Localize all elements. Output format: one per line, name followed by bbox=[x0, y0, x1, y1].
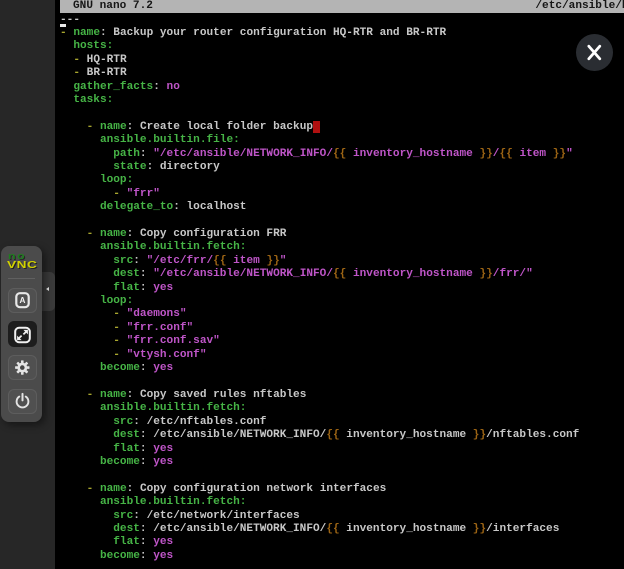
svg-text:A: A bbox=[20, 296, 26, 305]
